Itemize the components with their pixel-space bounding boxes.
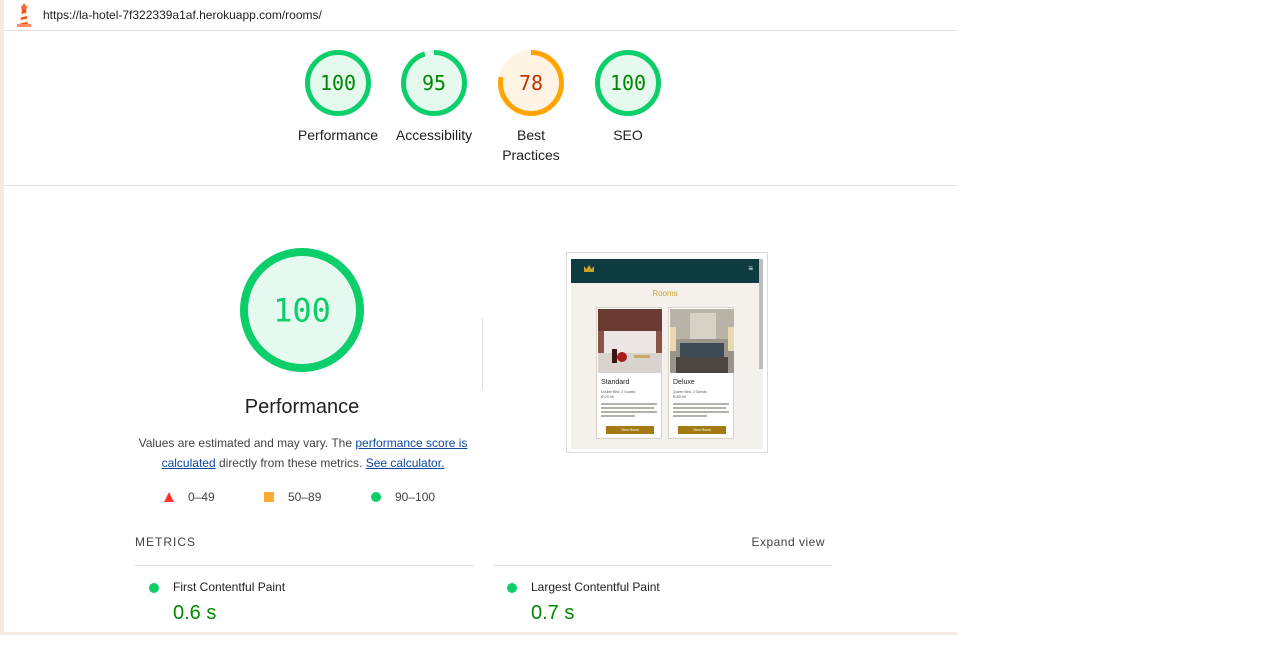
- pass-circle-icon: [507, 583, 517, 593]
- performance-gauge: 100: [236, 248, 368, 372]
- gauge-label: SEO: [613, 127, 643, 143]
- room-photo-deluxe: [670, 309, 734, 373]
- metrics-header: METRICS Expand view: [135, 535, 825, 551]
- gauge-label: Performance: [297, 127, 379, 143]
- performance-description: Values are estimated and may vary. The p…: [138, 433, 468, 473]
- section-divider: [482, 318, 483, 390]
- metric-value: 0.6 s: [173, 602, 217, 624]
- view-room-button: View Room: [606, 426, 654, 434]
- metric-name: Largest Contentful Paint: [531, 580, 660, 594]
- metrics-divider: [493, 565, 832, 566]
- category-gauges: 100 Performance 95 Accessibility 78 Best Prac…: [4, 31, 957, 186]
- report-url[interactable]: https://la-hotel-7f322339a1af.herokuapp.…: [43, 8, 322, 22]
- hamburger-menu-icon: ≡: [748, 264, 753, 273]
- room-card: Deluxe Queen Bed, 2 Guests €150.00 View …: [668, 307, 734, 439]
- room-price: €120.00: [601, 395, 614, 399]
- gauge-ring: 100: [305, 50, 371, 116]
- circle-icon: [371, 492, 381, 502]
- performance-gauge-ring: 100: [240, 248, 364, 372]
- legend-pass: 90–100: [371, 490, 435, 504]
- metrics-divider: [135, 565, 474, 566]
- metric-name: First Contentful Paint: [173, 580, 286, 594]
- performance-title: Performance: [244, 396, 360, 418]
- gauge-label: Best Practices: [502, 127, 560, 163]
- screenshot-navbar: ≡: [571, 259, 759, 283]
- see-calculator-link[interactable]: See calculator.: [366, 456, 445, 470]
- performance-gauge-score: 100: [273, 292, 331, 330]
- view-room-button: View Room: [678, 426, 726, 434]
- pass-circle-icon: [149, 583, 159, 593]
- gauge-ring: 78: [498, 50, 564, 116]
- description-text: Values are estimated and may vary. The: [138, 436, 356, 450]
- gauge-score: 95: [422, 71, 446, 95]
- screenshot-scrollbar: [759, 259, 763, 369]
- triangle-icon: [164, 492, 174, 502]
- gauge-performance[interactable]: 100 Performance: [288, 50, 388, 145]
- crown-logo-icon: [584, 265, 594, 272]
- square-icon: [264, 492, 274, 502]
- legend-average-label: 50–89: [288, 490, 322, 504]
- legend-pass-label: 90–100: [395, 490, 436, 504]
- room-description-lines: [673, 403, 729, 419]
- room-title: Deluxe: [673, 379, 695, 386]
- room-title: Standard: [601, 379, 630, 386]
- room-photo-standard: [598, 309, 662, 373]
- screenshot-heading: Rooms: [652, 289, 678, 298]
- screenshot-page: ≡ Rooms Standard Double Bed, 2 Guests €1: [571, 259, 763, 449]
- lighthouse-report: https://la-hotel-7f322339a1af.herokuapp.…: [0, 0, 957, 635]
- room-price: €150.00: [673, 395, 686, 399]
- legend-average: 50–89: [264, 490, 321, 504]
- gauge-seo[interactable]: 100 SEO: [578, 50, 678, 145]
- gauge-accessibility[interactable]: 95 Accessibility: [384, 50, 484, 145]
- room-subtitle: Queen Bed, 2 Guests €150.00: [673, 390, 707, 400]
- score-legend: 0–49 50–89 90–100: [4, 490, 957, 508]
- expand-view-button[interactable]: Expand view: [751, 535, 825, 549]
- description-text-2: directly from these metrics.: [215, 456, 366, 470]
- metric-value: 0.7 s: [531, 602, 575, 624]
- lighthouse-logo-icon: [17, 3, 31, 27]
- gauge-ring: 100: [595, 50, 661, 116]
- room-card: Standard Double Bed, 2 Guests €120.00 Vi…: [596, 307, 662, 439]
- gauge-score: 100: [320, 71, 356, 95]
- gauge-score: 100: [610, 71, 646, 95]
- gauge-best-practices[interactable]: 78 Best Practices: [481, 50, 581, 165]
- gauge-label: Accessibility: [395, 127, 473, 143]
- legend-fail-label: 0–49: [188, 490, 215, 504]
- gauge-ring: 95: [401, 50, 467, 116]
- room-subtitle: Double Bed, 2 Guests €120.00: [601, 390, 635, 400]
- final-screenshot[interactable]: ≡ Rooms Standard Double Bed, 2 Guests €1: [566, 252, 768, 453]
- room-description-lines: [601, 403, 657, 419]
- gauge-score: 78: [519, 71, 543, 95]
- url-bar: https://la-hotel-7f322339a1af.herokuapp.…: [4, 0, 957, 31]
- legend-fail: 0–49: [164, 490, 215, 504]
- metrics-label: METRICS: [135, 535, 196, 549]
